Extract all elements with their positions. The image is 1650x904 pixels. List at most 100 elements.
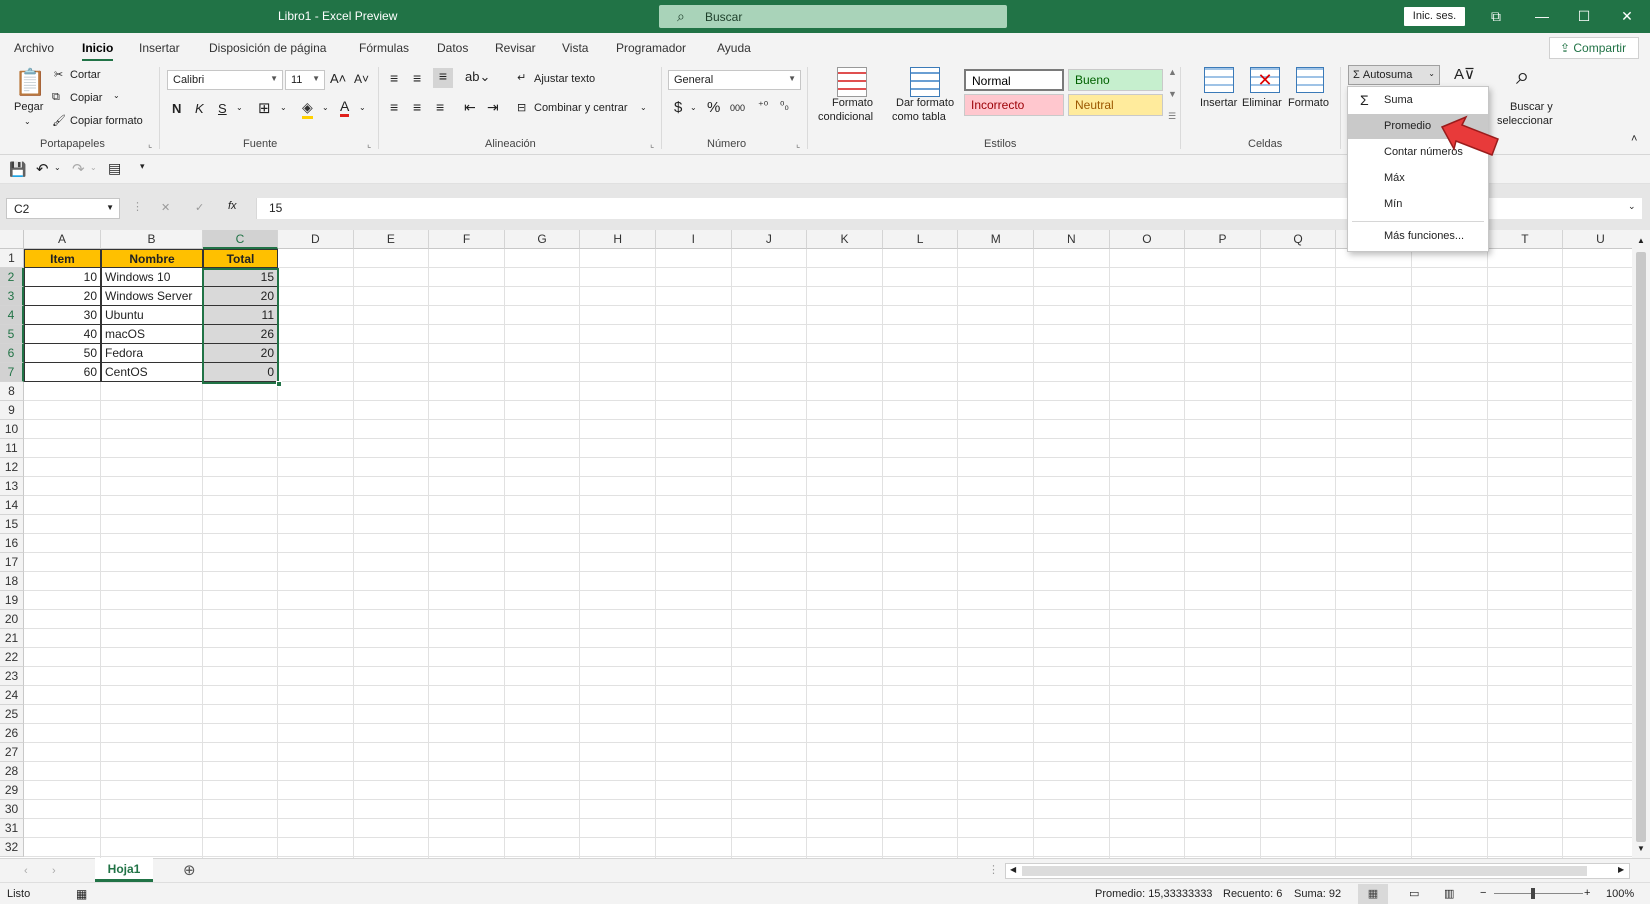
cell-B6[interactable]: Fedora <box>101 344 203 363</box>
column-header-N[interactable]: N <box>1034 230 1110 249</box>
page-layout-icon[interactable]: ▭ <box>1409 887 1419 900</box>
tab-insertar[interactable]: Insertar <box>139 41 180 55</box>
zoom-out-icon[interactable]: − <box>1480 887 1486 899</box>
insert-cells-button[interactable]: Insertar <box>1200 97 1237 109</box>
row-header-18[interactable]: 18 <box>0 572 24 591</box>
currency-dropdown-icon[interactable]: ⌄ <box>690 103 697 112</box>
conditional-format-label-2[interactable]: condicional <box>818 111 873 123</box>
row-header-32[interactable]: 32 <box>0 838 24 857</box>
zoom-level[interactable]: 100% <box>1606 888 1634 900</box>
row-header-19[interactable]: 19 <box>0 591 24 610</box>
column-header-A[interactable]: A <box>24 230 101 249</box>
tab-archivo[interactable]: Archivo <box>14 41 54 55</box>
find-icon[interactable]: ⌕ <box>1516 63 1529 91</box>
column-header-U[interactable]: U <box>1563 230 1639 249</box>
column-header-D[interactable]: D <box>278 230 354 249</box>
undo-icon[interactable]: ↶ <box>36 160 49 178</box>
cell-C1[interactable]: Total <box>203 249 278 268</box>
align-left-icon[interactable]: ≡ <box>390 99 398 115</box>
next-sheet-icon[interactable]: › <box>52 865 56 877</box>
conditional-format-icon[interactable] <box>837 67 867 97</box>
insert-cells-icon[interactable] <box>1204 67 1234 93</box>
spreadsheet-grid[interactable]: ABCDEFGHIJKLMNOPQRSTU 123456789101112131… <box>0 230 1650 858</box>
redo-dropdown-icon[interactable]: ⌄ <box>90 163 97 172</box>
borders-dropdown-icon[interactable]: ⌄ <box>280 103 287 112</box>
add-sheet-icon[interactable]: ⊕ <box>183 861 196 879</box>
tab-programador[interactable]: Programador <box>616 41 686 55</box>
column-header-I[interactable]: I <box>656 230 732 249</box>
tab-ayuda[interactable]: Ayuda <box>717 41 751 55</box>
row-header-12[interactable]: 12 <box>0 458 24 477</box>
cell-B7[interactable]: CentOS <box>101 363 203 382</box>
column-header-G[interactable]: G <box>504 230 581 249</box>
align-right-icon[interactable]: ≡ <box>436 99 444 115</box>
zoom-in-icon[interactable]: + <box>1584 887 1590 899</box>
orientation-icon[interactable]: ab⌄ <box>465 69 490 85</box>
row-header-30[interactable]: 30 <box>0 800 24 819</box>
copy-button[interactable]: Copiar <box>70 92 102 104</box>
decrease-decimal-icon[interactable]: ⁰₀ <box>780 99 789 112</box>
shrink-font-icon[interactable]: A˅ <box>354 72 369 86</box>
maximize-button[interactable]: ☐ <box>1561 0 1607 33</box>
percent-icon[interactable]: % <box>707 99 720 116</box>
normal-view-icon[interactable]: ▦ <box>1358 884 1388 904</box>
enter-icon[interactable]: ✓ <box>195 201 204 214</box>
row-header-29[interactable]: 29 <box>0 781 24 800</box>
align-center-icon[interactable]: ≡ <box>413 99 421 115</box>
fill-color-dropdown-icon[interactable]: ⌄ <box>322 103 329 112</box>
cut-button[interactable]: Cortar <box>70 69 101 81</box>
accessibility-icon[interactable]: ▦ <box>76 887 87 901</box>
tab-formulas[interactable]: Fórmulas <box>359 41 409 55</box>
cell-A6[interactable]: 50 <box>24 344 101 363</box>
delete-cells-icon[interactable]: ✕ <box>1250 67 1280 93</box>
row-header-22[interactable]: 22 <box>0 648 24 667</box>
ribbon-display-icon[interactable]: ⧉ <box>1473 0 1519 33</box>
select-all-corner[interactable] <box>0 230 24 249</box>
row-header-1[interactable]: 1 <box>0 249 24 268</box>
style-normal[interactable]: Normal <box>964 69 1064 91</box>
format-cells-icon[interactable] <box>1296 67 1324 93</box>
cell-A2[interactable]: 10 <box>24 268 101 287</box>
page-break-icon[interactable]: ▥ <box>1444 887 1454 900</box>
row-header-17[interactable]: 17 <box>0 553 24 572</box>
vertical-scroll-thumb[interactable] <box>1636 252 1646 842</box>
row-header-10[interactable]: 10 <box>0 420 24 439</box>
cell-A3[interactable]: 20 <box>24 287 101 306</box>
row-header-24[interactable]: 24 <box>0 686 24 705</box>
font-launcher-icon[interactable]: ⌞ <box>367 139 371 150</box>
search-box[interactable]: ⌕ Buscar <box>659 5 1007 28</box>
font-color-icon[interactable]: A <box>340 98 350 117</box>
column-header-O[interactable]: O <box>1109 230 1186 249</box>
fill-color-icon[interactable]: ◈ <box>302 99 313 119</box>
cell-B1[interactable]: Nombre <box>101 249 203 268</box>
menu-item-max[interactable]: Máx <box>1348 166 1488 191</box>
name-box[interactable]: C2 ▼ <box>6 198 120 219</box>
decrease-indent-icon[interactable]: ⇤ <box>464 99 476 116</box>
format-cells-button[interactable]: Formato <box>1288 97 1329 109</box>
merge-button[interactable]: Combinar y centrar <box>534 102 628 114</box>
insert-function-icon[interactable]: fx <box>228 200 237 212</box>
horizontal-scrollbar[interactable]: ◀ ▶ <box>1005 863 1630 879</box>
close-button[interactable]: ✕ <box>1604 0 1650 33</box>
column-header-C[interactable]: C <box>203 230 278 249</box>
column-header-B[interactable]: B <box>101 230 203 249</box>
underline-dropdown-icon[interactable]: ⌄ <box>236 103 243 112</box>
italic-button[interactable]: K <box>195 101 204 116</box>
zoom-slider[interactable] <box>1494 893 1583 894</box>
format-as-table-label-2[interactable]: como tabla <box>892 111 946 123</box>
underline-button[interactable]: S <box>218 101 227 116</box>
autosum-button[interactable]: Σ Autosuma ⌄ <box>1348 65 1440 85</box>
row-header-14[interactable]: 14 <box>0 496 24 515</box>
find-select-label-1[interactable]: Buscar y <box>1510 101 1553 113</box>
split-handle-icon[interactable]: ⋮ <box>988 863 999 876</box>
format-as-table-icon[interactable] <box>910 67 940 97</box>
column-header-J[interactable]: J <box>731 230 808 249</box>
cell-A1[interactable]: Item <box>24 249 101 268</box>
row-header-5[interactable]: 5 <box>0 325 24 344</box>
sort-filter-icon[interactable]: A⊽ <box>1454 65 1475 83</box>
style-neutral[interactable]: Neutral <box>1068 94 1163 116</box>
row-header-2[interactable]: 2 <box>0 268 24 287</box>
menu-item-mas-funciones[interactable]: Más funciones... <box>1348 224 1488 249</box>
column-header-E[interactable]: E <box>353 230 430 249</box>
conditional-format-label-1[interactable]: Formato <box>832 97 873 109</box>
